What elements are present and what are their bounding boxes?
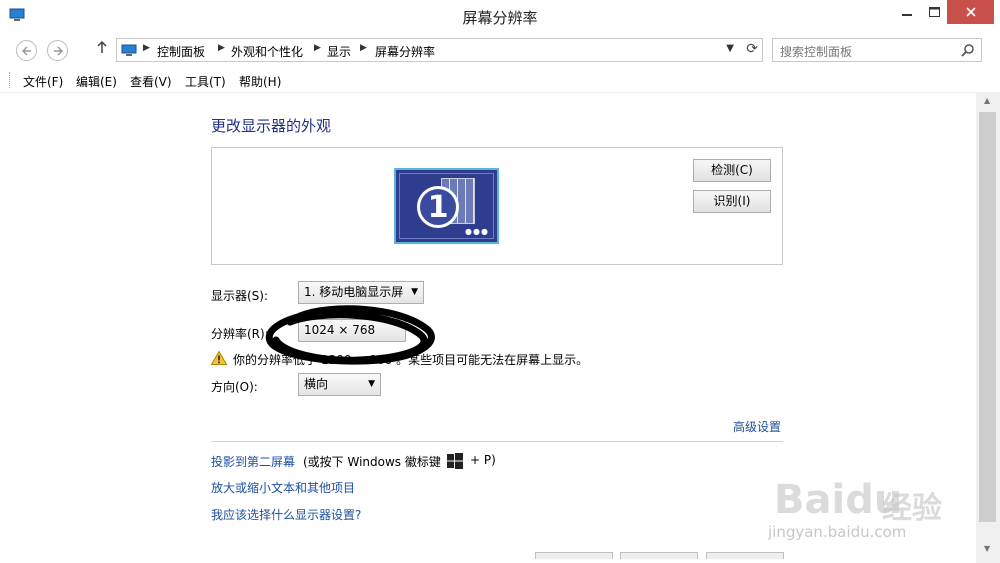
monitor-preview-box: 1 ●●● 检测(C) 识别(I)	[211, 147, 783, 265]
control-panel-icon	[121, 44, 137, 56]
breadcrumb-appearance[interactable]: 外观和个性化	[231, 43, 303, 60]
refresh-icon[interactable]: ⟳	[746, 41, 758, 57]
page-title: 更改显示器的外观	[211, 117, 332, 135]
which-settings-link[interactable]: 我应该选择什么显示器设置?	[211, 506, 361, 523]
resolution-warning: 你的分辨率低于 1200 × 900 。某些项目可能无法在屏幕上显示。	[233, 351, 588, 368]
project-second-screen-link[interactable]: 投影到第二屏幕	[211, 453, 295, 470]
forward-button[interactable]	[47, 40, 68, 61]
address-toolbar: ▶ 控制面板 ▶ 外观和个性化 ▶ 显示 ▶ 屏幕分辨率 ▼ ⟳ 搜索控制面板	[0, 32, 1000, 69]
menu-view[interactable]: 查看(V)	[130, 73, 172, 90]
maximize-button[interactable]	[922, 0, 947, 24]
search-icon[interactable]	[961, 43, 975, 57]
menu-grip	[9, 72, 11, 88]
text-size-link[interactable]: 放大或缩小文本和其他项目	[211, 479, 355, 496]
minimize-icon	[902, 14, 912, 16]
display-label: 显示器(S):	[211, 289, 269, 303]
title-bar: 屏幕分辨率	[0, 0, 1000, 32]
divider	[211, 441, 783, 442]
resolution-label: 分辨率(R):	[211, 327, 269, 341]
menu-bar: 文件(F) 编辑(E) 查看(V) 工具(T) 帮助(H)	[0, 68, 1000, 92]
ok-button-edge[interactable]	[535, 552, 613, 559]
breadcrumb-separator-icon: ▶	[314, 43, 321, 53]
scroll-up-icon[interactable]: ▲	[984, 96, 990, 105]
orientation-select[interactable]: 横向 ▼	[298, 373, 381, 396]
project-hint: (或按下 Windows 徽标键	[303, 455, 441, 469]
address-dropdown-icon[interactable]: ▼	[726, 43, 734, 54]
close-icon	[965, 7, 976, 17]
orientation-label: 方向(O):	[211, 380, 258, 394]
orientation-select-value: 横向	[304, 377, 329, 391]
up-button[interactable]	[97, 40, 107, 57]
display-select[interactable]: 1. 移动电脑显示屏 ▼	[298, 281, 424, 304]
scroll-thumb[interactable]	[979, 112, 996, 522]
breadcrumb-separator-icon: ▶	[218, 43, 225, 53]
menu-edit[interactable]: 编辑(E)	[76, 73, 117, 90]
watermark-url: jingyan.baidu.com	[768, 523, 907, 541]
breadcrumb-separator-icon: ▶	[360, 43, 367, 53]
address-field[interactable]: ▶ 控制面板 ▶ 外观和个性化 ▶ 显示 ▶ 屏幕分辨率 ▼ ⟳	[116, 38, 763, 62]
breadcrumb-display[interactable]: 显示	[327, 43, 351, 60]
search-input[interactable]: 搜索控制面板	[772, 38, 982, 62]
menu-help[interactable]: 帮助(H)	[239, 73, 281, 90]
vertical-scrollbar[interactable]: ▲ ▼	[976, 92, 1000, 563]
forward-arrow-icon	[53, 45, 63, 56]
monitor-dots-icon: ●●●	[465, 227, 489, 236]
maximize-icon	[929, 7, 940, 17]
monitor-tile[interactable]: 1 ●●●	[394, 168, 499, 244]
up-arrow-icon	[97, 40, 107, 53]
breadcrumb-control-panel[interactable]: 控制面板	[157, 43, 205, 60]
resolution-select-value: 1024 × 768	[304, 323, 376, 337]
back-button[interactable]	[16, 40, 37, 61]
search-placeholder: 搜索控制面板	[780, 45, 853, 59]
warning-resolution: 1200 × 900	[321, 353, 393, 367]
window-title: 屏幕分辨率	[462, 9, 538, 27]
chevron-down-icon: ▼	[368, 379, 375, 389]
warning-suffix: 。某些项目可能无法在屏幕上显示。	[396, 353, 589, 367]
menu-file[interactable]: 文件(F)	[23, 73, 63, 90]
project-hint-end: + P)	[470, 453, 496, 467]
back-arrow-icon	[21, 45, 31, 56]
chevron-down-icon: ▼	[411, 287, 418, 297]
scroll-down-icon[interactable]: ▼	[984, 544, 990, 553]
windows-logo-icon	[447, 453, 463, 469]
cancel-button-edge[interactable]	[620, 552, 698, 559]
breadcrumb-separator-icon: ▶	[143, 43, 150, 53]
watermark-brand-cn: 经验	[882, 491, 942, 526]
display-select-value: 1. 移动电脑显示屏	[304, 285, 404, 299]
monitor-number: 1	[417, 186, 459, 228]
resolution-select[interactable]: 1024 × 768	[298, 319, 406, 342]
menu-tools[interactable]: 工具(T)	[185, 73, 226, 90]
breadcrumb-resolution[interactable]: 屏幕分辨率	[375, 43, 435, 60]
close-button[interactable]	[947, 0, 994, 24]
baidu-watermark: Baidu 经验 jingyan.baidu.com	[760, 455, 960, 555]
warning-prefix: 你的分辨率低于	[233, 353, 318, 367]
minimize-button[interactable]	[892, 0, 922, 24]
detect-button[interactable]: 检测(C)	[693, 159, 771, 182]
warning-icon	[211, 351, 227, 365]
advanced-settings-link[interactable]: 高级设置	[733, 418, 781, 435]
identify-button[interactable]: 识别(I)	[693, 190, 771, 213]
